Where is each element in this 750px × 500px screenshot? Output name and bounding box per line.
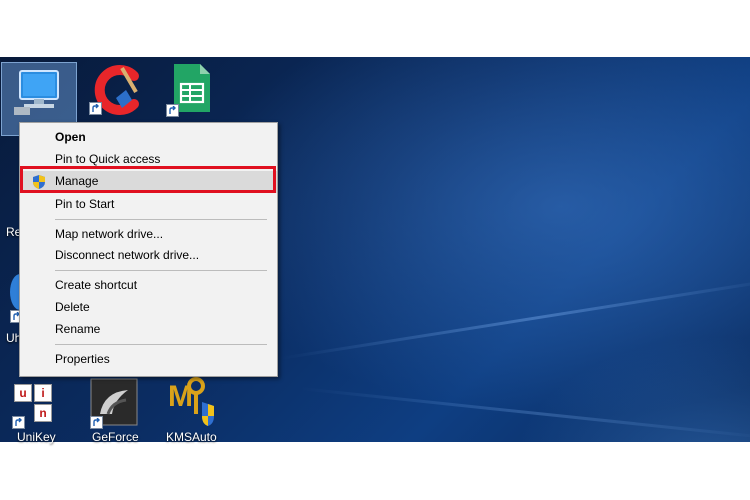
- desktop-icon-label: UniKey: [17, 430, 56, 444]
- menu-item-delete[interactable]: Delete: [20, 297, 277, 319]
- manage-highlight-annotation: [20, 166, 276, 193]
- menu-item-map-network-drive[interactable]: Map network drive...: [20, 224, 277, 246]
- menu-item-label: Delete: [55, 300, 90, 314]
- menu-item-label: Create shortcut: [55, 278, 138, 292]
- menu-item-create-shortcut[interactable]: Create shortcut: [20, 275, 277, 297]
- menu-item-label: Pin to Quick access: [55, 152, 161, 166]
- shortcut-arrow-icon: [90, 416, 103, 429]
- menu-item-label: Disconnect network drive...: [55, 248, 200, 262]
- desktop-icon-kmsauto[interactable]: M KMSAuto: [158, 374, 224, 444]
- menu-separator: [55, 270, 267, 271]
- menu-item-properties[interactable]: Properties: [20, 349, 277, 371]
- menu-item-label: Pin to Start: [55, 197, 115, 211]
- menu-item-label: Rename: [55, 322, 101, 336]
- desktop-icon-ccleaner[interactable]: [84, 60, 156, 122]
- menu-item-label: Map network drive...: [55, 227, 164, 241]
- shortcut-arrow-icon: [12, 416, 25, 429]
- menu-separator: [55, 344, 267, 345]
- desktop-icon-google-sheets[interactable]: [160, 62, 220, 122]
- key-shield-icon: M: [168, 377, 214, 426]
- shortcut-arrow-icon: [89, 102, 102, 115]
- unikey-key-i: i: [34, 384, 52, 402]
- desktop-icon-label: GeForce: [92, 430, 139, 444]
- menu-item-label: Properties: [55, 352, 110, 366]
- desktop-icon-unikey[interactable]: u i n UniKey: [6, 378, 72, 444]
- desktop-icon-label: KMSAuto: [166, 430, 217, 444]
- unikey-key-n: n: [34, 404, 52, 422]
- monitor-icon: [14, 70, 59, 115]
- unikey-key-u: u: [14, 384, 32, 402]
- menu-separator: [55, 219, 267, 220]
- desktop-icon-geforce[interactable]: GeForce: [82, 376, 148, 444]
- context-menu: Open Pin to Quick access Manage Pin to S…: [19, 122, 278, 377]
- menu-item-label: Open: [55, 130, 86, 144]
- wallpaper-light-beam: [279, 275, 750, 360]
- menu-item-rename[interactable]: Rename: [20, 319, 277, 341]
- menu-item-pin-to-start[interactable]: Pin to Start: [20, 194, 277, 216]
- shortcut-arrow-icon: [166, 104, 179, 117]
- wallpaper-light-beam: [299, 387, 750, 441]
- menu-item-open[interactable]: Open: [20, 127, 277, 149]
- menu-item-disconnect-network-drive[interactable]: Disconnect network drive...: [20, 245, 277, 267]
